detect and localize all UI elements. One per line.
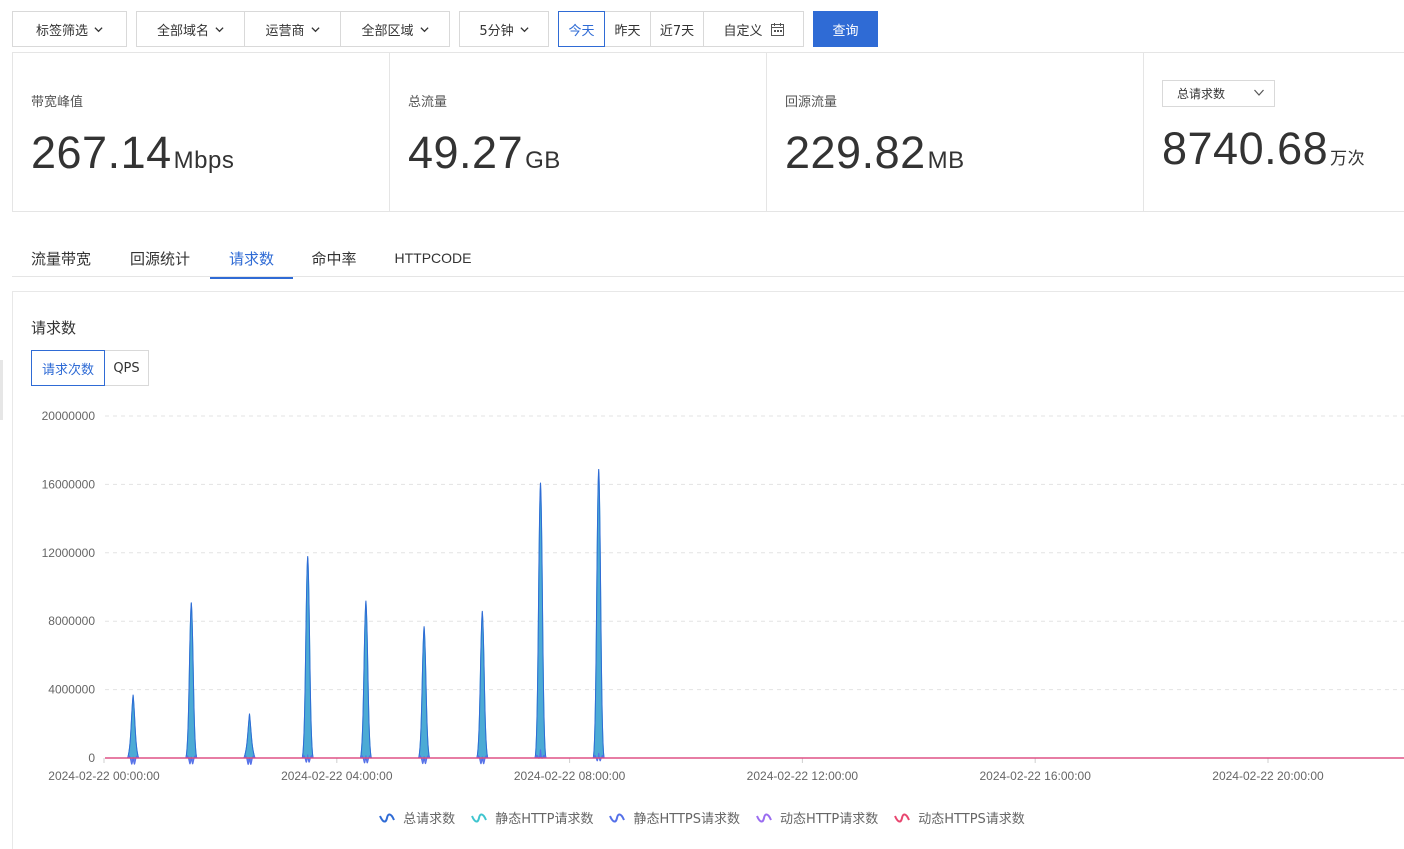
domain-dropdown[interactable]: 全部域名: [136, 11, 245, 47]
panel-title: 请求数: [31, 319, 77, 337]
tab-traffic-bandwidth[interactable]: 流量带宽: [12, 240, 110, 276]
region-label: 全部区域: [361, 23, 414, 39]
y-tick-label: 8000000: [48, 614, 95, 628]
legend-item[interactable]: 总请求数: [379, 808, 455, 827]
metric-select-value: 总请求数: [1177, 87, 1226, 101]
legend-item[interactable]: 动态HTTPS请求数: [894, 808, 1025, 827]
legend-wave-icon: [894, 813, 911, 822]
tab-requests[interactable]: 请求数: [210, 240, 293, 279]
stat-number: 8740.68: [1162, 123, 1329, 174]
series-spike: [534, 482, 547, 759]
stat-label: 总流量: [408, 95, 448, 110]
interval-label: 5分钟: [479, 23, 514, 39]
stat-card-requests: 总请求数 8740.68 万次: [1144, 53, 1404, 211]
stat-number: 49.27: [408, 127, 524, 178]
stat-card-origin-traffic: 回源流量 229.82MB: [767, 53, 1144, 211]
calendar-icon: [770, 22, 784, 36]
domain-label: 全部域名: [156, 23, 209, 39]
stat-label: 带宽峰值: [31, 95, 84, 110]
isp-label: 运营商: [265, 23, 305, 39]
series-spike: [359, 755, 373, 764]
legend-wave-icon: [609, 813, 626, 822]
y-tick-label: 0: [88, 751, 95, 765]
series-spike: [185, 602, 198, 759]
stats-row: 带宽峰值 267.14Mbps 总流量 49.27GB 回源流量 229.82M…: [12, 52, 1404, 212]
series-spike: [243, 713, 256, 759]
stat-card-bandwidth-peak: 带宽峰值 267.14Mbps: [13, 53, 390, 211]
stat-value: 267.14Mbps: [31, 127, 234, 179]
stat-value: 8740.68 万次: [1162, 123, 1365, 175]
legend-label: 动态HTTP请求数: [780, 812, 879, 827]
legend-wave-icon: [379, 813, 396, 822]
range-7days-button[interactable]: 近7天: [651, 11, 704, 47]
isp-dropdown[interactable]: 运营商: [245, 11, 341, 47]
y-tick-label: 12000000: [42, 546, 96, 560]
chevron-down-icon: [215, 26, 224, 32]
legend-label: 总请求数: [403, 812, 456, 827]
stat-value: 229.82MB: [785, 127, 965, 179]
chevron-down-icon: [520, 26, 529, 32]
x-tick-label: 2024-02-22 04:00:00: [281, 769, 393, 783]
custom-range-button[interactable]: 自定义: [704, 11, 804, 47]
x-tick-label: 2024-02-22 12:00:00: [747, 769, 859, 783]
stat-unit: Mbps: [173, 147, 235, 174]
toggle-qps[interactable]: QPS: [104, 350, 149, 386]
custom-range-label: 自定义: [723, 23, 763, 39]
series-spike: [359, 600, 373, 759]
series-spike: [476, 610, 489, 759]
series-spike: [592, 468, 605, 759]
series-spike: [301, 556, 314, 759]
tag-filter-label: 标签筛选: [35, 23, 88, 39]
stat-label: 回源流量: [785, 95, 838, 110]
chevron-down-icon: [310, 26, 320, 32]
tab-bar: 流量带宽 回源统计 请求数 命中率 HTTPCODE: [12, 240, 1404, 279]
series-spike: [417, 755, 431, 765]
legend-label: 静态HTTP请求数: [495, 812, 594, 827]
x-tick-label: 2024-02-22 00:00:00: [48, 769, 160, 783]
x-tick-label: 2024-02-22 20:00:00: [1212, 769, 1324, 783]
chart-legend: 总请求数 静态HTTP请求数 静态HTTPS请求数 动态HTTP请求数 动态HTTPS请…: [0, 808, 1404, 827]
x-tick-label: 2024-02-22 08:00:00: [514, 769, 626, 783]
query-button[interactable]: 查询: [813, 11, 878, 47]
stat-number: 267.14: [31, 127, 172, 178]
legend-label: 静态HTTPS请求数: [633, 812, 740, 827]
region-dropdown[interactable]: 全部区域: [341, 11, 450, 47]
stat-card-total-traffic: 总流量 49.27GB: [390, 53, 767, 211]
toggle-request-count[interactable]: 请求次数: [31, 350, 105, 386]
y-tick-label: 4000000: [48, 683, 95, 697]
stat-unit: MB: [927, 147, 965, 174]
legend-label: 动态HTTPS请求数: [918, 812, 1025, 827]
tab-httpcode[interactable]: HTTPCODE: [375, 240, 491, 276]
legend-item[interactable]: 动态HTTP请求数: [756, 808, 878, 827]
tag-filter-dropdown[interactable]: 标签筛选: [12, 11, 127, 47]
legend-item[interactable]: 静态HTTP请求数: [471, 808, 593, 827]
metric-select[interactable]: 总请求数: [1162, 80, 1275, 107]
stat-value: 49.27GB: [408, 127, 561, 179]
requests-chart[interactable]: 0 4000000 8000000 12000000 16000000 20000000 2…: [0, 395, 1404, 795]
stat-number: 229.82: [785, 127, 926, 178]
x-tick-label: 2024-02-22 16:00:00: [979, 769, 1091, 783]
tab-origin-stats[interactable]: 回源统计: [110, 240, 210, 276]
stat-unit: GB: [525, 147, 561, 174]
tab-hit-rate[interactable]: 命中率: [293, 240, 375, 276]
stat-unit: 万次: [1330, 149, 1366, 168]
y-tick-label: 20000000: [42, 409, 96, 423]
chevron-down-icon: [419, 26, 429, 32]
legend-item[interactable]: 静态HTTPS请求数: [609, 808, 740, 827]
series-spike: [476, 755, 489, 765]
chevron-down-icon: [1254, 89, 1264, 96]
legend-wave-icon: [471, 813, 488, 822]
series-spike: [126, 694, 140, 759]
interval-dropdown[interactable]: 5分钟: [459, 11, 549, 47]
series-spike: [126, 755, 140, 765]
series-spike: [185, 755, 198, 765]
y-tick-label: 16000000: [42, 477, 96, 491]
range-yesterday-button[interactable]: 昨天: [605, 11, 651, 47]
chevron-down-icon: [94, 26, 103, 32]
legend-wave-icon: [756, 813, 772, 822]
range-today-button[interactable]: 今天: [558, 11, 605, 47]
series-spike: [417, 626, 431, 759]
